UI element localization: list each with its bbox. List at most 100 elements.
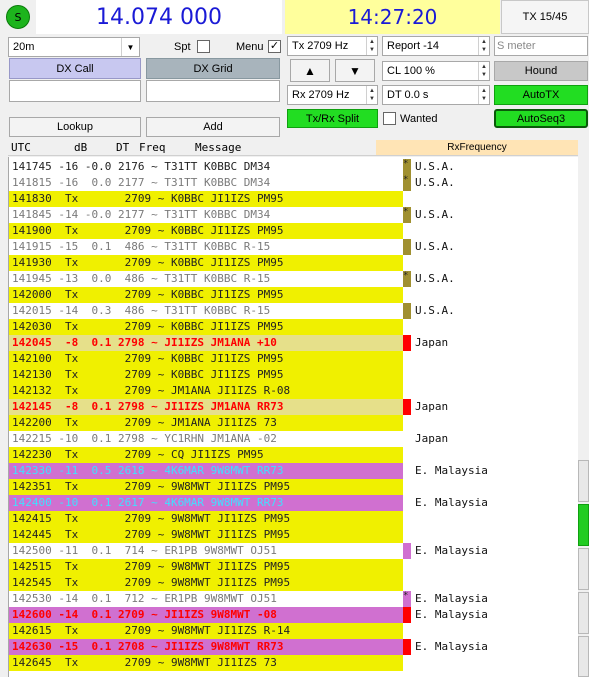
autoseq-button[interactable]: AutoSeq3 [494,109,588,128]
right-scroll-column[interactable] [578,157,589,677]
decode-row[interactable]: 142500 -11 0.1 714 ~ ER1PB 9W8MWT OJ51 E.… [9,543,578,559]
dx-grid-button[interactable]: DX Grid [146,58,280,79]
country-label: Japan [415,400,449,413]
decode-row[interactable]: 142545 Tx 2709 ~ 9W8MWT JI1IZS PM95 [9,575,578,591]
decode-message: 142130 Tx 2709 ~ K0BBC JI1IZS PM95 [9,367,403,383]
tx-frequency-spinbox[interactable]: Tx 2709 Hz ▲ ▼ [287,36,378,56]
menu-checkbox[interactable]: ✓ [268,40,281,53]
decode-row[interactable]: 141845 -14 -0.0 2177 ~ T31TT K0BBC DM34 *… [9,207,578,223]
wanted-checkbox[interactable] [383,112,396,125]
report-spinbox[interactable]: Report -14 ▲ ▼ [382,36,490,56]
dx-call-input[interactable] [9,80,141,102]
band-select-value: 20m [13,41,35,53]
decode-message: 142645 Tx 2709 ~ 9W8MWT JI1IZS 73 [9,655,403,671]
band-select[interactable]: 20m ▼ [8,37,140,57]
decode-row[interactable]: 142030 Tx 2709 ~ K0BBC JI1IZS PM95 [9,319,578,335]
decode-row[interactable]: 142600 -14 0.1 2709 ~ JI1IZS 9W8MWT -08 E… [9,607,578,623]
decode-table-header: UTC dB DT Freq Message RxFrequency [8,140,578,156]
dx-call-button[interactable]: DX Call [9,58,141,79]
decode-list[interactable]: 141745 -16 -0.0 2176 ~ T31TT K0BBC DM34 *… [8,157,578,677]
asterisk-icon: * [403,591,409,601]
decode-row[interactable]: 141930 Tx 2709 ~ K0BBC JI1IZS PM95 [9,255,578,271]
country-label: E. Malaysia [415,464,488,477]
decode-row[interactable]: 142515 Tx 2709 ~ 9W8MWT JI1IZS PM95 [9,559,578,575]
decode-message: 142600 -14 0.1 2709 ~ JI1IZS 9W8MWT -08 [9,607,403,623]
dt-spinbox[interactable]: DT 0.0 s ▲ ▼ [382,85,490,105]
decode-row[interactable]: 142200 Tx 2709 ~ JM1ANA JI1IZS 73 [9,415,578,431]
country-label: U.S.A. [415,304,455,317]
rx-frequency-marker [403,335,411,351]
rx-frequency-marker [403,399,411,415]
up-arrow-button[interactable]: ▲ [290,59,330,82]
decode-message: 142030 Tx 2709 ~ K0BBC JI1IZS PM95 [9,319,403,335]
decode-row[interactable]: 141815 -16 0.0 2177 ~ T31TT K0BBC DM34 * U… [9,175,578,191]
decode-row[interactable]: 141945 -13 0.0 486 ~ T31TT K0BBC R-15 * U.… [9,271,578,287]
dx-grid-input[interactable] [146,80,280,102]
hound-button[interactable]: Hound [494,61,588,81]
spin-arrows-icon[interactable]: ▲ ▼ [478,62,489,80]
scroll-segment[interactable] [578,592,589,634]
decode-row[interactable]: 142000 Tx 2709 ~ K0BBC JI1IZS PM95 [9,287,578,303]
decode-message: 141745 -16 -0.0 2176 ~ T31TT K0BBC DM34 [12,160,271,173]
decode-row[interactable]: 142132 Tx 2709 ~ JM1ANA JI1IZS R-08 [9,383,578,399]
decode-row[interactable]: 142145 -8 0.1 2798 ~ JI1IZS JM1ANA RR73 J… [9,399,578,415]
status-indicator: S [6,5,30,29]
rx-frequency-spinbox[interactable]: Rx 2709 Hz ▲ ▼ [287,85,378,105]
decode-message: 142630 -15 0.1 2708 ~ JI1IZS 9W8MWT RR73 [9,639,403,655]
tx-counter: TX 15/45 [501,0,589,34]
decode-message: 142000 Tx 2709 ~ K0BBC JI1IZS PM95 [9,287,403,303]
decode-message: 141945 -13 0.0 486 ~ T31TT K0BBC R-15 [12,272,271,285]
asterisk-icon: * [403,159,409,169]
spin-arrows-icon[interactable]: ▲ ▼ [478,86,489,104]
header-dt: DT [116,141,130,154]
decode-row[interactable]: 142215 -10 0.1 2798 ~ YC1RHN JM1ANA -02 J… [9,431,578,447]
decode-message: 142215 -10 0.1 2798 ~ YC1RHN JM1ANA -02 [12,432,277,445]
decode-row[interactable]: 142015 -14 0.3 486 ~ T31TT K0BBC R-15 U.S… [9,303,578,319]
decode-row[interactable]: 142330 -11 0.5 2618 ~ 4K6MAR 9W8MWT RR73… [9,463,578,479]
decode-message: 141930 Tx 2709 ~ K0BBC JI1IZS PM95 [9,255,403,271]
scroll-segment-active[interactable] [578,504,589,546]
scroll-segment[interactable] [578,548,589,590]
decode-row[interactable]: 142415 Tx 2709 ~ 9W8MWT JI1IZS PM95 [9,511,578,527]
autotx-button[interactable]: AutoTX [494,85,588,105]
decode-row[interactable]: 142130 Tx 2709 ~ K0BBC JI1IZS PM95 [9,367,578,383]
lookup-button[interactable]: Lookup [9,117,141,137]
decode-row[interactable]: 141830 Tx 2709 ~ K0BBC JI1IZS PM95 [9,191,578,207]
scroll-segment[interactable] [578,636,589,677]
dial-frequency-display: 14.074 000 [36,0,282,34]
header-rx-frequency: RxFrequency [376,140,578,155]
spin-arrows-icon[interactable]: ▲ ▼ [366,86,377,104]
spin-arrows-icon[interactable]: ▲ ▼ [366,37,377,55]
country-label: E. Malaysia [415,544,488,557]
decode-message: 142132 Tx 2709 ~ JM1ANA JI1IZS R-08 [9,383,403,399]
decode-row[interactable]: 142100 Tx 2709 ~ K0BBC JI1IZS PM95 [9,351,578,367]
dt-value: DT 0.0 s [387,89,429,101]
tx-rx-split-button[interactable]: Tx/Rx Split [287,109,378,128]
decode-row[interactable]: 142351 Tx 2709 ~ 9W8MWT JI1IZS PM95 [9,479,578,495]
decode-row[interactable]: 141915 -15 0.1 486 ~ T31TT K0BBC R-15 U.S… [9,239,578,255]
country-label: U.S.A. [415,176,455,189]
decode-row[interactable]: 141900 Tx 2709 ~ K0BBC JI1IZS PM95 [9,223,578,239]
tx-frequency-value: Tx 2709 Hz [292,40,349,52]
decode-message: 142445 Tx 2709 ~ 9W8MWT JI1IZS PM95 [9,527,403,543]
decode-message: 141915 -15 0.1 486 ~ T31TT K0BBC R-15 [12,240,271,253]
decode-row[interactable]: 142445 Tx 2709 ~ 9W8MWT JI1IZS PM95 [9,527,578,543]
spin-arrows-icon[interactable]: ▲ ▼ [478,37,489,55]
cl-spinbox[interactable]: CL 100 % ▲ ▼ [382,61,490,81]
scroll-segment[interactable] [578,460,589,502]
spot-checkbox[interactable] [197,40,210,53]
decode-row[interactable]: 142530 -14 0.1 712 ~ ER1PB 9W8MWT OJ51 * E… [9,591,578,607]
decode-row[interactable]: 142630 -15 0.1 2708 ~ JI1IZS 9W8MWT RR73… [9,639,578,655]
decode-row[interactable]: 141745 -16 -0.0 2176 ~ T31TT K0BBC DM34 *… [9,159,578,175]
decode-row[interactable]: 142645 Tx 2709 ~ 9W8MWT JI1IZS 73 [9,655,578,671]
decode-row[interactable]: 142615 Tx 2709 ~ 9W8MWT JI1IZS R-14 [9,623,578,639]
asterisk-icon: * [403,207,409,217]
country-label: Japan [415,432,449,445]
decode-row[interactable]: 142230 Tx 2709 ~ CQ JI1IZS PM95 [9,447,578,463]
decode-row[interactable]: 142045 -8 0.1 2798 ~ JI1IZS JM1ANA +10 Ja… [9,335,578,351]
down-arrow-button[interactable]: ▼ [335,59,375,82]
add-button[interactable]: Add [146,117,280,137]
rx-frequency-marker [403,239,411,255]
report-value: Report -14 [387,40,439,52]
decode-row[interactable]: 142400 -10 0.1 2617 ~ 4K6MAR 9W8MWT RR73… [9,495,578,511]
